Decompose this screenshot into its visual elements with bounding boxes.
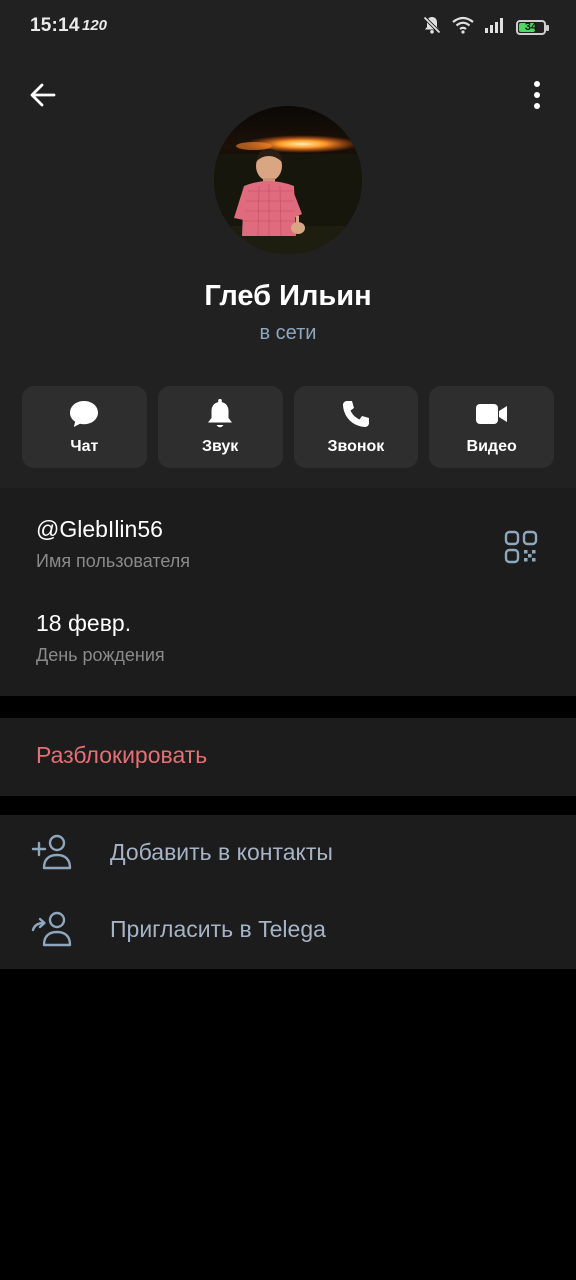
qr-code-button[interactable] [504, 530, 538, 564]
add-contact-label: Добавить в контакты [110, 839, 333, 865]
arrow-left-icon [30, 83, 56, 107]
back-button[interactable] [24, 76, 62, 114]
profile-name: Глеб Ильин [204, 280, 372, 312]
sound-label: Звук [201, 438, 239, 455]
invite-user-icon [30, 910, 72, 948]
chat-label: Чат [70, 438, 99, 455]
sound-button[interactable]: Звук [157, 386, 283, 468]
refresh-rate-indicator: 120 [82, 17, 108, 34]
profile-screen: 15:14 120 34 Глеб Ильин в сети Чат Звук … [0, 0, 576, 1280]
add-user-icon [30, 833, 72, 871]
more-vertical-icon [534, 81, 540, 109]
avatar[interactable] [214, 106, 362, 254]
battery-percent: 34 [524, 21, 538, 33]
more-options-button[interactable] [520, 76, 554, 114]
birthday-label: День рождения [36, 645, 165, 665]
video-label: Видео [466, 438, 517, 455]
qr-code-icon [504, 530, 538, 564]
phone-icon [341, 398, 371, 430]
chat-button[interactable]: Чат [22, 386, 147, 468]
video-button[interactable]: Видео [429, 386, 554, 468]
status-time: 15:14 [30, 15, 80, 36]
bell-icon [206, 398, 234, 430]
action-buttons: Чат Звук Звонок Видео [22, 386, 554, 468]
status-bar: 15:14 120 34 [0, 0, 576, 54]
signal-icon [484, 17, 506, 38]
invite-button[interactable]: Пригласить в Telega [0, 892, 576, 969]
info-section: @GlebIlin56 Имя пользователя 18 февр. Де… [0, 488, 576, 696]
birthday-row: 18 февр. День рождения [36, 610, 165, 666]
contacts-section: Добавить в контакты Пригласить в Telega [0, 815, 576, 969]
chat-icon [68, 398, 100, 430]
battery-tip [546, 24, 549, 31]
username-row[interactable]: @GlebIlin56 Имя пользователя [36, 516, 190, 572]
unblock-label: Разблокировать [36, 742, 208, 768]
add-contact-button[interactable]: Добавить в контакты [0, 815, 576, 892]
wifi-icon [452, 16, 474, 39]
status-icons: 34 [422, 15, 549, 40]
call-label: Звонок [327, 438, 385, 455]
online-status: в сети [259, 322, 317, 344]
birthday-value: 18 февр. [36, 610, 132, 636]
unblock-button[interactable]: Разблокировать [0, 718, 576, 796]
username-label: Имя пользователя [36, 551, 191, 571]
username-value: @GlebIlin56 [36, 516, 163, 542]
profile-header: 15:14 120 34 Глеб Ильин в сети Чат Звук … [0, 0, 576, 488]
avatar-photo [214, 106, 362, 254]
invite-label: Пригласить в Telega [110, 916, 326, 942]
call-button[interactable]: Звонок [293, 386, 419, 468]
video-icon [474, 398, 510, 430]
battery-icon: 34 [516, 19, 549, 35]
mute-notifications-icon [422, 15, 442, 40]
